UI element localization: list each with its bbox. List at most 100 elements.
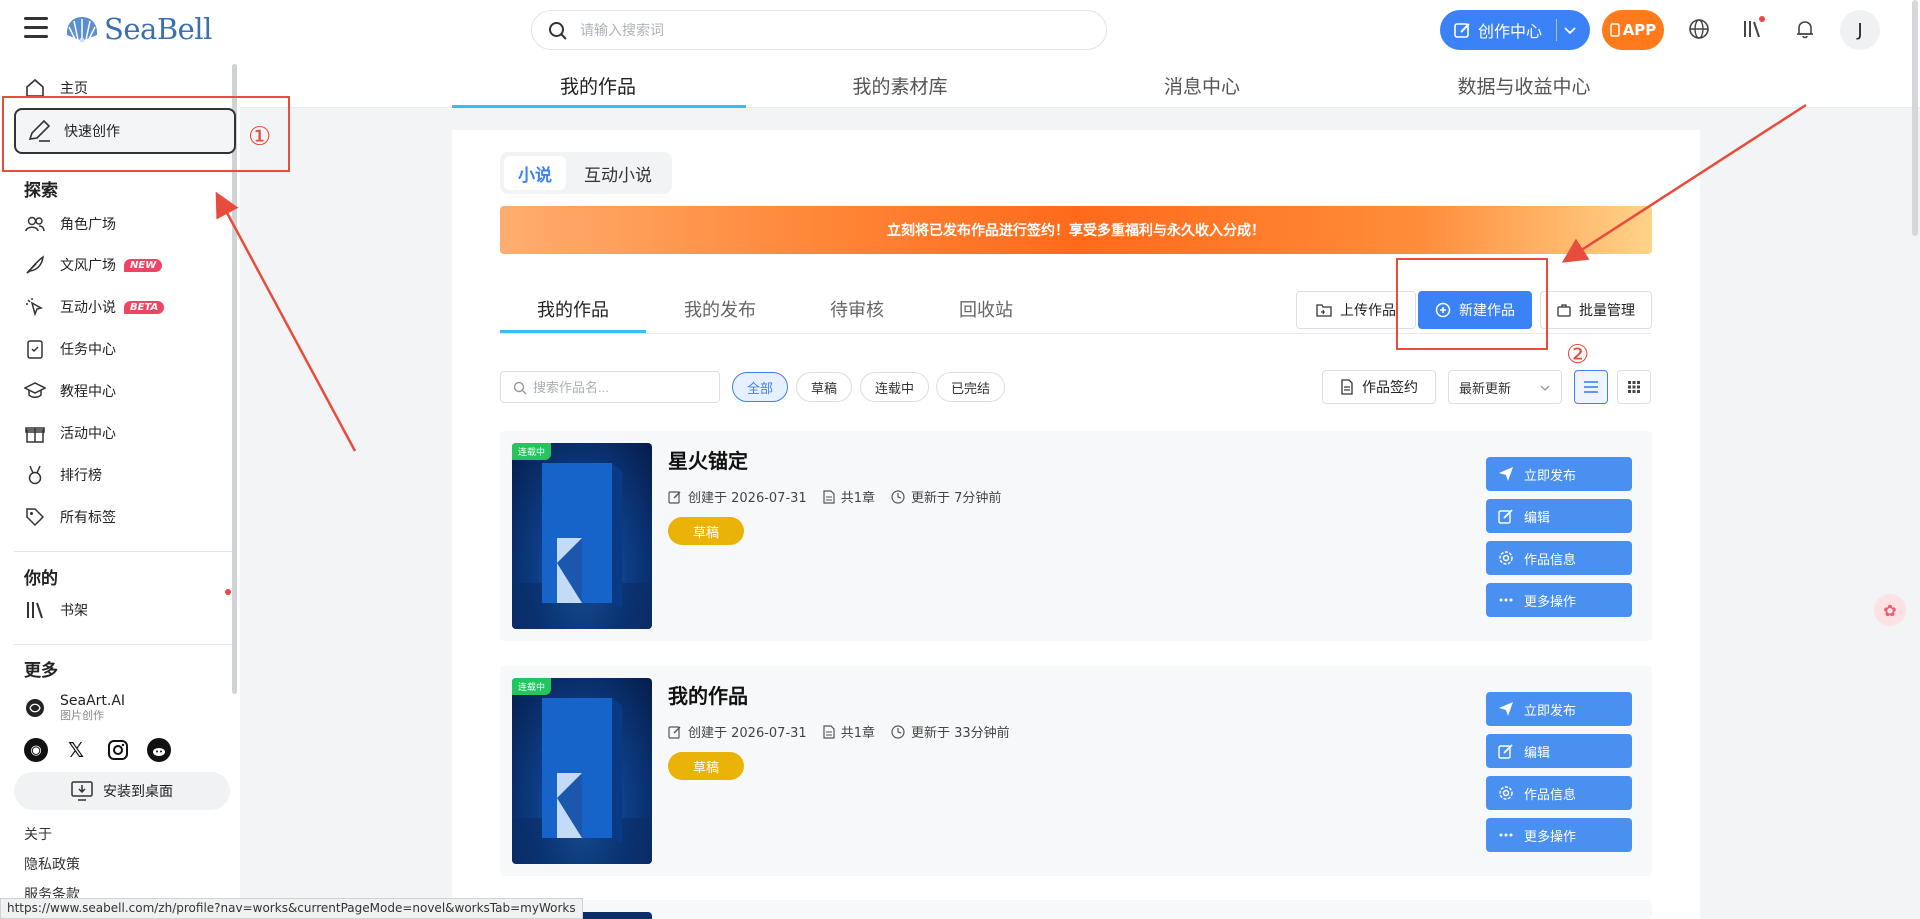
subtab-my-published[interactable]: 我的发布 <box>684 296 756 322</box>
sidebar-item-interactive[interactable]: 互动小说 BETA <box>24 293 165 321</box>
subtab-my-works[interactable]: 我的作品 <box>537 296 609 322</box>
edit-square-icon <box>1454 23 1470 38</box>
subtab-pending-review[interactable]: 待审核 <box>830 296 884 322</box>
tab-my-works[interactable]: 我的作品 <box>452 72 744 99</box>
filter-serializing[interactable]: 连载中 <box>860 372 930 402</box>
work-sign-label: 作品签约 <box>1362 380 1418 396</box>
page-scrollbar[interactable] <box>1912 0 1918 236</box>
about-link[interactable]: 关于 <box>24 824 52 844</box>
library-icon <box>27 602 43 619</box>
upload-work-label: 上传作品 <box>1340 303 1396 319</box>
logo[interactable]: SeaBell <box>64 12 212 46</box>
work-cover-image[interactable]: 连载中 <box>512 443 652 629</box>
globe-icon[interactable] <box>1686 16 1712 42</box>
sidebar-item-tags[interactable]: 所有标签 <box>24 503 116 531</box>
app-download-button[interactable]: APP <box>1602 10 1664 50</box>
work-updated: 更新于 7分钟前 <box>910 491 1002 506</box>
work-info-button[interactable]: 作品信息 <box>1486 776 1632 810</box>
translate-float-icon[interactable]: ✿ <box>1874 594 1906 626</box>
annotation-step1: ① <box>248 122 272 152</box>
menu-icon[interactable] <box>24 17 48 39</box>
status-bar-url: https://www.seabell.com/zh/profile?nav=w… <box>0 898 583 919</box>
discord-icon[interactable]: ◉ <box>24 738 48 762</box>
global-search-input[interactable] <box>580 22 1106 38</box>
install-desktop-button[interactable]: 安装到桌面 <box>14 772 230 810</box>
sidebar-item-label: 文风广场 <box>60 258 116 274</box>
edit-icon <box>1498 509 1513 524</box>
sidebar-divider <box>14 644 232 645</box>
list-view-button[interactable] <box>1574 370 1608 404</box>
draft-tag: 草稿 <box>668 517 744 545</box>
tab-material-library[interactable]: 我的素材库 <box>754 72 1046 99</box>
seaart-subtitle: 图片创作 <box>60 708 104 722</box>
publish-now-button[interactable]: 立即发布 <box>1486 457 1632 491</box>
filter-all[interactable]: 全部 <box>732 372 789 402</box>
publish-now-button[interactable]: 立即发布 <box>1486 692 1632 726</box>
segment-novel[interactable]: 小说 <box>504 156 566 190</box>
more-actions-label: 更多操作 <box>1524 594 1577 610</box>
work-card[interactable]: 连载中 星火锚定 创建于 2026-07-31 共1章 更新于 7分钟前 草稿 … <box>500 431 1652 641</box>
grid-view-button[interactable] <box>1617 370 1651 404</box>
shell-logo-icon <box>66 17 98 43</box>
seaart-name: SeaArt.AI <box>60 693 126 710</box>
x-twitter-icon[interactable]: 𝕏 <box>64 738 88 762</box>
publish-now-label: 立即发布 <box>1524 703 1577 719</box>
sidebar-item-events[interactable]: 活动中心 <box>24 419 116 447</box>
tab-message-center[interactable]: 消息中心 <box>1056 72 1348 99</box>
segment-interactive-novel[interactable]: 互动小说 <box>570 156 666 190</box>
sidebar-item-label: 书架 <box>60 603 88 619</box>
edit-icon <box>668 490 681 504</box>
work-card[interactable] <box>500 900 1652 919</box>
sidebar-item-seaart[interactable]: SeaArt.AI 图片创作 <box>24 692 125 724</box>
work-search[interactable] <box>500 371 720 403</box>
work-meta: 创建于 2026-07-31 共1章 更新于 7分钟前 <box>668 487 1001 506</box>
work-chapters: 共1章 <box>840 491 875 506</box>
more-actions-button[interactable]: 更多操作 <box>1486 583 1632 617</box>
active-tab-indicator <box>452 105 746 108</box>
edit-button[interactable]: 编辑 <box>1486 734 1632 768</box>
work-title[interactable]: 星火锚定 <box>668 445 748 474</box>
work-cover-image[interactable]: 连载中 <box>512 678 652 864</box>
sidebar-item-label: 主页 <box>60 81 88 97</box>
sidebar-item-tasks[interactable]: 任务中心 <box>24 335 116 363</box>
work-info-button[interactable]: 作品信息 <box>1486 541 1632 575</box>
new-badge: NEW <box>124 258 163 272</box>
work-title[interactable]: 我的作品 <box>668 680 748 709</box>
main-tab-bar: 我的作品 我的素材库 消息中心 数据与收益中心 <box>240 58 1920 108</box>
tab-data-revenue[interactable]: 数据与收益中心 <box>1378 72 1670 99</box>
send-icon <box>1499 467 1513 481</box>
more-actions-button[interactable]: 更多操作 <box>1486 818 1632 852</box>
sort-select[interactable]: 最新更新 <box>1448 370 1562 404</box>
global-search[interactable] <box>531 10 1107 50</box>
filter-completed[interactable]: 已完结 <box>936 372 1006 402</box>
folder-upload-icon <box>1316 304 1332 317</box>
instagram-icon[interactable] <box>106 738 130 762</box>
filter-draft[interactable]: 草稿 <box>796 372 853 402</box>
create-center-button[interactable]: 创作中心 <box>1440 10 1590 50</box>
privacy-link[interactable]: 隐私政策 <box>24 854 80 874</box>
work-sign-button[interactable]: 作品签约 <box>1322 370 1436 404</box>
sidebar-item-characters[interactable]: 角色广场 <box>24 210 116 238</box>
document-icon <box>823 724 835 739</box>
create-center-label: 创作中心 <box>1478 22 1543 41</box>
subtab-recycle-bin[interactable]: 回收站 <box>959 296 1013 322</box>
sidebar-divider <box>14 551 232 552</box>
reddit-icon[interactable] <box>147 738 171 762</box>
work-card[interactable]: 连载中 我的作品 创建于 2026-07-31 共1章 更新于 33分钟前 草稿… <box>500 666 1652 876</box>
bell-icon[interactable] <box>1792 16 1818 42</box>
sidebar-item-bookshelf[interactable]: 书架 <box>24 596 88 624</box>
bookshelf-notification-dot <box>225 589 231 595</box>
annotation-step2: ② <box>1566 340 1590 370</box>
signing-promo-banner[interactable]: 立刻将已发布作品进行签约！享受多重福利与永久收入分成！ <box>500 206 1652 254</box>
edit-button[interactable]: 编辑 <box>1486 499 1632 533</box>
yours-heading: 你的 <box>24 569 58 589</box>
sidebar-item-styles[interactable]: 文风广场 NEW <box>24 251 163 279</box>
batch-manage-button[interactable]: 批量管理 <box>1540 291 1652 329</box>
document-icon <box>1341 379 1353 395</box>
sidebar-item-rankings[interactable]: 排行榜 <box>24 461 102 489</box>
user-avatar[interactable]: J <box>1840 10 1880 50</box>
sidebar-item-tutorials[interactable]: 教程中心 <box>24 377 116 405</box>
sidebar-item-label: 教程中心 <box>60 384 116 400</box>
work-search-input[interactable] <box>533 379 719 395</box>
work-updated: 更新于 33分钟前 <box>910 726 1010 741</box>
